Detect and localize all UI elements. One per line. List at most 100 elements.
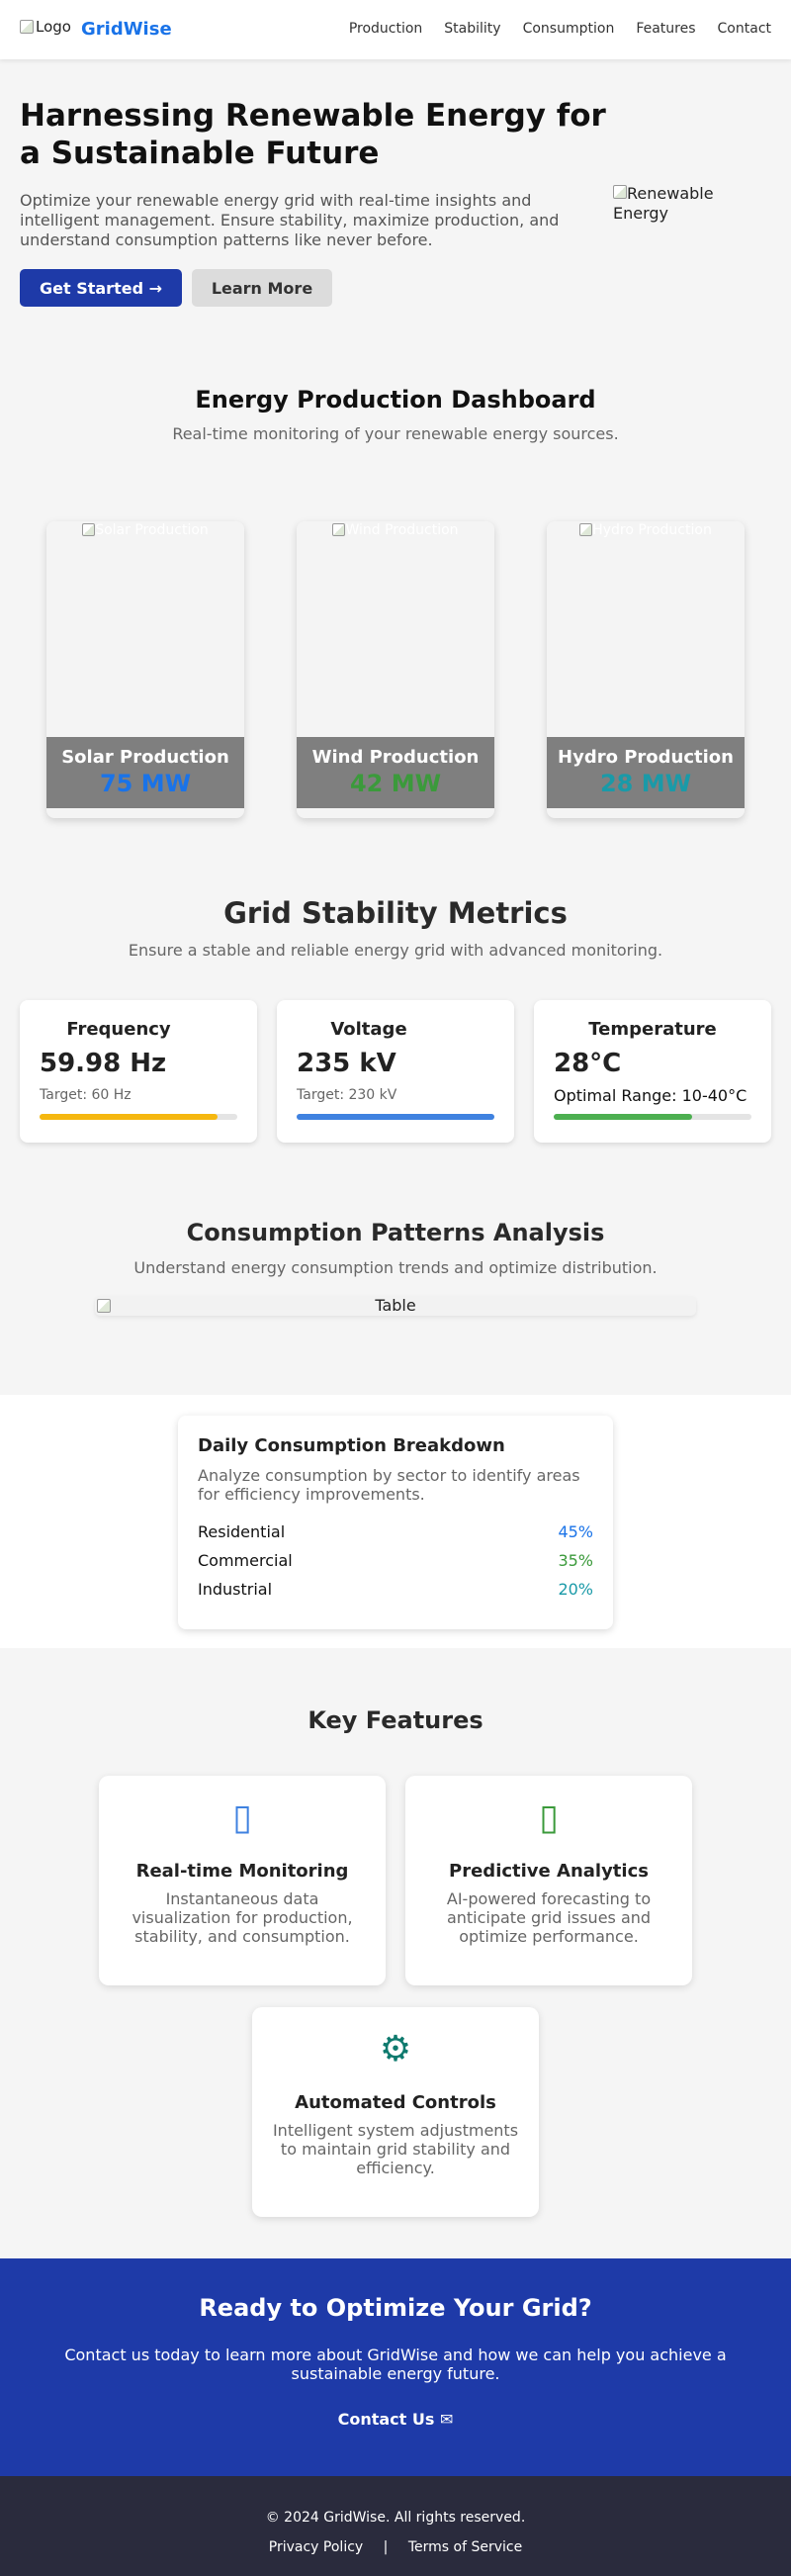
- learn-more-button[interactable]: Learn More: [192, 269, 332, 307]
- broken-image-icon: [332, 523, 346, 536]
- temperature-bar: [554, 1114, 751, 1120]
- wind-value: 42 MW: [349, 770, 442, 797]
- top-nav: Logo GridWise Production Stability Consu…: [0, 0, 791, 59]
- logo-alt-text: Logo: [36, 18, 71, 36]
- temperature-card: Temperature 28°C Optimal Range: 10-40°C: [534, 1000, 771, 1143]
- hydro-image-alt: Hydro Production: [592, 522, 712, 538]
- brand-name[interactable]: GridWise: [81, 19, 172, 40]
- frequency-bar-fill: [40, 1114, 218, 1120]
- logo-image[interactable]: Logo: [20, 18, 71, 36]
- temperature-range: Optimal Range: 10-40°C: [554, 1086, 747, 1105]
- temperature-label: Temperature: [588, 1019, 717, 1040]
- cta-description: Contact us today to learn more about Gri…: [64, 2346, 727, 2383]
- feature-title: Predictive Analytics: [449, 1861, 649, 1882]
- wind-production-card: Wind Production Wind Production 42 MW: [297, 521, 494, 818]
- broken-image-icon: [613, 185, 627, 199]
- feature-description: Instantaneous data visualization for pro…: [132, 1889, 353, 1946]
- hero-image-alt: Renewable Energy: [613, 184, 714, 223]
- broken-image-icon: [20, 20, 34, 34]
- consumption-breakdown-card: Daily Consumption Breakdown Analyze cons…: [178, 1416, 613, 1629]
- copyright-text: © 2024 GridWise. All rights reserved.: [265, 2510, 526, 2526]
- contact-us-link[interactable]: Contact Us ✉: [0, 2410, 791, 2429]
- wind-image-alt: Wind Production: [345, 522, 459, 538]
- nav-link-contact[interactable]: Contact: [718, 21, 771, 37]
- consumption-table-image: Table: [95, 1296, 696, 1316]
- terms-of-service-link[interactable]: Terms of Service: [408, 2539, 522, 2555]
- nav-link-consumption[interactable]: Consumption: [523, 21, 615, 37]
- stability-title: Grid Stability Metrics: [223, 896, 568, 930]
- wind-overlay: Wind Production 42 MW: [297, 737, 494, 808]
- broken-image-icon: [97, 1299, 111, 1313]
- nav-links: Production Stability Consumption Feature…: [349, 21, 771, 37]
- frequency-label: Frequency: [66, 1019, 171, 1040]
- voltage-bar-fill: [297, 1114, 494, 1120]
- breakdown-row-commercial: Commercial 35%: [198, 1551, 593, 1570]
- solar-overlay: Solar Production 75 MW: [46, 737, 244, 808]
- frequency-card: Frequency 59.98 Hz Target: 60 Hz: [20, 1000, 257, 1143]
- monitor-icon: ▯: [232, 1797, 252, 1838]
- sector-percent: 35%: [558, 1551, 593, 1570]
- feature-card-controls: ⚙ Automated Controls Intelligent system …: [252, 2007, 539, 2217]
- broken-image-icon: [579, 523, 593, 536]
- breakdown-title: Daily Consumption Breakdown: [198, 1435, 505, 1456]
- hydro-value: 28 MW: [599, 770, 692, 797]
- production-subtitle: Real-time monitoring of your renewable e…: [172, 424, 619, 443]
- stability-subtitle: Ensure a stable and reliable energy grid…: [128, 941, 663, 960]
- hydro-name: Hydro Production: [558, 747, 734, 768]
- voltage-value: 235 kV: [297, 1049, 396, 1078]
- cta-title: Ready to Optimize Your Grid?: [199, 2294, 592, 2322]
- table-alt-text: Table: [375, 1296, 416, 1315]
- solar-value: 75 MW: [99, 770, 192, 797]
- feature-title: Real-time Monitoring: [135, 1861, 349, 1882]
- consumption-subtitle: Understand energy consumption trends and…: [133, 1258, 658, 1277]
- footer: © 2024 GridWise. All rights reserved. Pr…: [0, 2476, 791, 2576]
- consumption-title: Consumption Patterns Analysis: [186, 1219, 605, 1246]
- frequency-value: 59.98 Hz: [40, 1049, 167, 1078]
- get-started-button[interactable]: Get Started →: [20, 269, 182, 307]
- solar-production-card: Solar Production Solar Production 75 MW: [46, 521, 244, 818]
- hydro-production-card: Hydro Production Hydro Production 28 MW: [547, 521, 745, 818]
- analytics-icon: ▯: [539, 1797, 559, 1838]
- wind-image: Wind Production: [297, 521, 494, 538]
- feature-description: Intelligent system adjustments to mainta…: [272, 2121, 519, 2177]
- hydro-image: Hydro Production: [547, 521, 745, 538]
- hero-title: Harnessing Renewable Energy for a Sustai…: [20, 98, 606, 171]
- frequency-target: Target: 60 Hz: [40, 1087, 132, 1103]
- voltage-target: Target: 230 kV: [297, 1087, 397, 1103]
- feature-card-analytics: ▯ Predictive Analytics AI-powered foreca…: [405, 1776, 692, 1985]
- sector-percent: 20%: [558, 1580, 593, 1599]
- frequency-bar: [40, 1114, 237, 1120]
- sector-percent: 45%: [558, 1522, 593, 1541]
- production-title: Energy Production Dashboard: [195, 386, 596, 414]
- solar-image-alt: Solar Production: [95, 522, 209, 538]
- voltage-bar: [297, 1114, 494, 1120]
- breakdown-row-industrial: Industrial 20%: [198, 1580, 593, 1599]
- solar-name: Solar Production: [61, 747, 229, 768]
- solar-image: Solar Production: [46, 521, 244, 538]
- gear-icon: ⚙: [379, 2029, 412, 2070]
- privacy-policy-link[interactable]: Privacy Policy: [269, 2539, 363, 2555]
- hero-image: Renewable Energy: [613, 184, 732, 224]
- voltage-card: Voltage 235 kV Target: 230 kV: [277, 1000, 514, 1143]
- features-title: Key Features: [308, 1706, 483, 1734]
- cta-section: Ready to Optimize Your Grid? Contact us …: [0, 2258, 791, 2476]
- nav-link-stability[interactable]: Stability: [444, 21, 500, 37]
- breakdown-row-residential: Residential 45%: [198, 1522, 593, 1541]
- temperature-value: 28°C: [554, 1049, 622, 1078]
- feature-title: Automated Controls: [295, 2092, 496, 2113]
- footer-separator: |: [383, 2539, 389, 2555]
- feature-description: AI-powered forecasting to anticipate gri…: [446, 1889, 652, 1946]
- nav-link-features[interactable]: Features: [636, 21, 695, 37]
- wind-name: Wind Production: [311, 747, 480, 768]
- breakdown-description: Analyze consumption by sector to identif…: [198, 1466, 580, 1504]
- sector-name: Residential: [198, 1522, 286, 1541]
- temperature-bar-fill: [554, 1114, 692, 1120]
- sector-name: Industrial: [198, 1580, 273, 1599]
- broken-image-icon: [82, 523, 96, 536]
- footer-links: Privacy Policy | Terms of Service: [0, 2539, 791, 2555]
- hydro-overlay: Hydro Production 28 MW: [547, 737, 745, 808]
- voltage-label: Voltage: [330, 1019, 407, 1040]
- hero-description: Optimize your renewable energy grid with…: [20, 191, 560, 249]
- nav-link-production[interactable]: Production: [349, 21, 422, 37]
- feature-card-monitoring: ▯ Real-time Monitoring Instantaneous dat…: [99, 1776, 386, 1985]
